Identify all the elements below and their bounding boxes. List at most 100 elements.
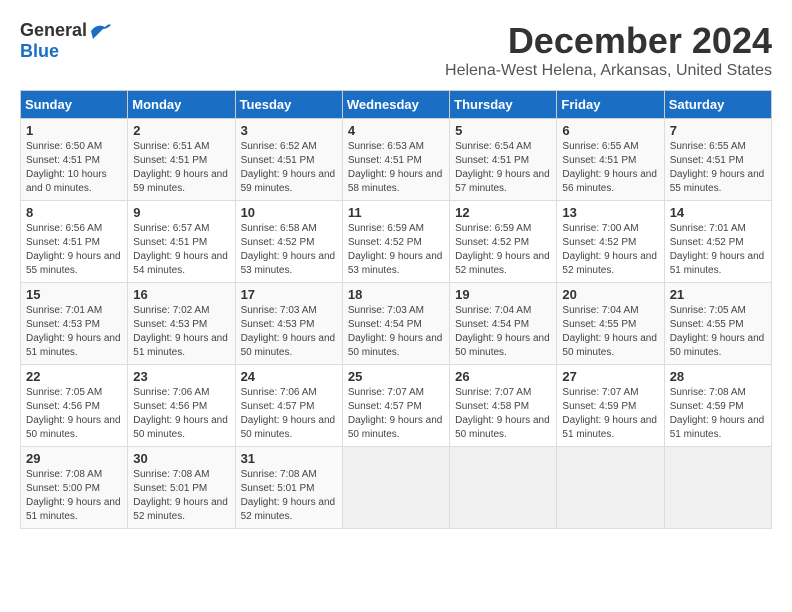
day-number: 2 <box>133 123 229 138</box>
calendar-week-3: 15 Sunrise: 7:01 AMSunset: 4:53 PMDaylig… <box>21 283 772 365</box>
day-number: 24 <box>241 369 337 384</box>
weekday-header-tuesday: Tuesday <box>235 91 342 119</box>
day-info: Sunrise: 6:54 AMSunset: 4:51 PMDaylight:… <box>455 141 550 194</box>
day-info: Sunrise: 6:55 AMSunset: 4:51 PMDaylight:… <box>562 141 657 194</box>
month-title: December 2024 <box>445 20 772 62</box>
day-info: Sunrise: 6:51 AMSunset: 4:51 PMDaylight:… <box>133 141 228 194</box>
weekday-header-row: SundayMondayTuesdayWednesdayThursdayFrid… <box>21 91 772 119</box>
title-area: December 2024 Helena-West Helena, Arkans… <box>445 20 772 80</box>
day-number: 27 <box>562 369 658 384</box>
day-number: 18 <box>348 287 444 302</box>
day-number: 23 <box>133 369 229 384</box>
day-info: Sunrise: 7:03 AMSunset: 4:53 PMDaylight:… <box>241 305 336 358</box>
day-info: Sunrise: 7:04 AMSunset: 4:55 PMDaylight:… <box>562 305 657 358</box>
logo-general-text: General <box>20 20 87 41</box>
calendar-cell <box>664 447 771 529</box>
calendar-cell: 4 Sunrise: 6:53 AMSunset: 4:51 PMDayligh… <box>342 119 449 201</box>
day-info: Sunrise: 7:07 AMSunset: 4:59 PMDaylight:… <box>562 387 657 440</box>
calendar-table: SundayMondayTuesdayWednesdayThursdayFrid… <box>20 90 772 529</box>
day-info: Sunrise: 6:50 AMSunset: 4:51 PMDaylight:… <box>26 141 107 194</box>
day-info: Sunrise: 6:56 AMSunset: 4:51 PMDaylight:… <box>26 223 121 276</box>
day-number: 7 <box>670 123 766 138</box>
day-number: 31 <box>241 451 337 466</box>
calendar-cell: 5 Sunrise: 6:54 AMSunset: 4:51 PMDayligh… <box>450 119 557 201</box>
day-number: 22 <box>26 369 122 384</box>
calendar-week-2: 8 Sunrise: 6:56 AMSunset: 4:51 PMDayligh… <box>21 201 772 283</box>
weekday-header-monday: Monday <box>128 91 235 119</box>
calendar-cell: 22 Sunrise: 7:05 AMSunset: 4:56 PMDaylig… <box>21 365 128 447</box>
day-info: Sunrise: 6:59 AMSunset: 4:52 PMDaylight:… <box>348 223 443 276</box>
day-info: Sunrise: 7:06 AMSunset: 4:56 PMDaylight:… <box>133 387 228 440</box>
calendar-cell: 24 Sunrise: 7:06 AMSunset: 4:57 PMDaylig… <box>235 365 342 447</box>
day-number: 4 <box>348 123 444 138</box>
day-info: Sunrise: 7:02 AMSunset: 4:53 PMDaylight:… <box>133 305 228 358</box>
calendar-cell: 11 Sunrise: 6:59 AMSunset: 4:52 PMDaylig… <box>342 201 449 283</box>
header: General Blue December 2024 Helena-West H… <box>20 20 772 80</box>
day-number: 25 <box>348 369 444 384</box>
day-info: Sunrise: 7:08 AMSunset: 5:00 PMDaylight:… <box>26 469 121 522</box>
calendar-cell: 3 Sunrise: 6:52 AMSunset: 4:51 PMDayligh… <box>235 119 342 201</box>
day-info: Sunrise: 7:08 AMSunset: 4:59 PMDaylight:… <box>670 387 765 440</box>
day-number: 8 <box>26 205 122 220</box>
calendar-cell: 10 Sunrise: 6:58 AMSunset: 4:52 PMDaylig… <box>235 201 342 283</box>
day-number: 21 <box>670 287 766 302</box>
calendar-cell: 19 Sunrise: 7:04 AMSunset: 4:54 PMDaylig… <box>450 283 557 365</box>
day-info: Sunrise: 7:01 AMSunset: 4:52 PMDaylight:… <box>670 223 765 276</box>
calendar-cell: 23 Sunrise: 7:06 AMSunset: 4:56 PMDaylig… <box>128 365 235 447</box>
location-title: Helena-West Helena, Arkansas, United Sta… <box>445 62 772 80</box>
calendar-cell: 28 Sunrise: 7:08 AMSunset: 4:59 PMDaylig… <box>664 365 771 447</box>
day-number: 12 <box>455 205 551 220</box>
day-info: Sunrise: 6:52 AMSunset: 4:51 PMDaylight:… <box>241 141 336 194</box>
calendar-cell: 12 Sunrise: 6:59 AMSunset: 4:52 PMDaylig… <box>450 201 557 283</box>
calendar-cell: 18 Sunrise: 7:03 AMSunset: 4:54 PMDaylig… <box>342 283 449 365</box>
weekday-header-wednesday: Wednesday <box>342 91 449 119</box>
calendar-cell <box>342 447 449 529</box>
calendar-cell: 30 Sunrise: 7:08 AMSunset: 5:01 PMDaylig… <box>128 447 235 529</box>
day-number: 26 <box>455 369 551 384</box>
logo-blue-text: Blue <box>20 41 59 62</box>
calendar-cell: 1 Sunrise: 6:50 AMSunset: 4:51 PMDayligh… <box>21 119 128 201</box>
calendar-cell: 20 Sunrise: 7:04 AMSunset: 4:55 PMDaylig… <box>557 283 664 365</box>
day-info: Sunrise: 6:55 AMSunset: 4:51 PMDaylight:… <box>670 141 765 194</box>
day-number: 15 <box>26 287 122 302</box>
calendar-cell: 6 Sunrise: 6:55 AMSunset: 4:51 PMDayligh… <box>557 119 664 201</box>
day-info: Sunrise: 6:53 AMSunset: 4:51 PMDaylight:… <box>348 141 443 194</box>
calendar-cell: 21 Sunrise: 7:05 AMSunset: 4:55 PMDaylig… <box>664 283 771 365</box>
weekday-header-thursday: Thursday <box>450 91 557 119</box>
day-info: Sunrise: 6:58 AMSunset: 4:52 PMDaylight:… <box>241 223 336 276</box>
day-number: 29 <box>26 451 122 466</box>
day-info: Sunrise: 7:01 AMSunset: 4:53 PMDaylight:… <box>26 305 121 358</box>
day-info: Sunrise: 7:06 AMSunset: 4:57 PMDaylight:… <box>241 387 336 440</box>
calendar-cell: 17 Sunrise: 7:03 AMSunset: 4:53 PMDaylig… <box>235 283 342 365</box>
weekday-header-sunday: Sunday <box>21 91 128 119</box>
day-number: 17 <box>241 287 337 302</box>
day-info: Sunrise: 7:00 AMSunset: 4:52 PMDaylight:… <box>562 223 657 276</box>
calendar-cell: 8 Sunrise: 6:56 AMSunset: 4:51 PMDayligh… <box>21 201 128 283</box>
day-info: Sunrise: 6:59 AMSunset: 4:52 PMDaylight:… <box>455 223 550 276</box>
calendar-cell <box>557 447 664 529</box>
day-info: Sunrise: 7:08 AMSunset: 5:01 PMDaylight:… <box>241 469 336 522</box>
day-number: 5 <box>455 123 551 138</box>
calendar-cell: 27 Sunrise: 7:07 AMSunset: 4:59 PMDaylig… <box>557 365 664 447</box>
logo: General Blue <box>20 20 113 62</box>
day-number: 11 <box>348 205 444 220</box>
weekday-header-saturday: Saturday <box>664 91 771 119</box>
calendar-week-5: 29 Sunrise: 7:08 AMSunset: 5:00 PMDaylig… <box>21 447 772 529</box>
calendar-cell: 16 Sunrise: 7:02 AMSunset: 4:53 PMDaylig… <box>128 283 235 365</box>
day-info: Sunrise: 7:04 AMSunset: 4:54 PMDaylight:… <box>455 305 550 358</box>
calendar-header: SundayMondayTuesdayWednesdayThursdayFrid… <box>21 91 772 119</box>
calendar-cell: 15 Sunrise: 7:01 AMSunset: 4:53 PMDaylig… <box>21 283 128 365</box>
day-info: Sunrise: 7:03 AMSunset: 4:54 PMDaylight:… <box>348 305 443 358</box>
logo-bird-icon <box>89 21 113 41</box>
day-info: Sunrise: 6:57 AMSunset: 4:51 PMDaylight:… <box>133 223 228 276</box>
day-number: 30 <box>133 451 229 466</box>
calendar-cell: 13 Sunrise: 7:00 AMSunset: 4:52 PMDaylig… <box>557 201 664 283</box>
weekday-header-friday: Friday <box>557 91 664 119</box>
day-number: 28 <box>670 369 766 384</box>
day-number: 13 <box>562 205 658 220</box>
calendar-cell: 9 Sunrise: 6:57 AMSunset: 4:51 PMDayligh… <box>128 201 235 283</box>
day-number: 16 <box>133 287 229 302</box>
day-number: 19 <box>455 287 551 302</box>
calendar-cell: 14 Sunrise: 7:01 AMSunset: 4:52 PMDaylig… <box>664 201 771 283</box>
day-number: 10 <box>241 205 337 220</box>
